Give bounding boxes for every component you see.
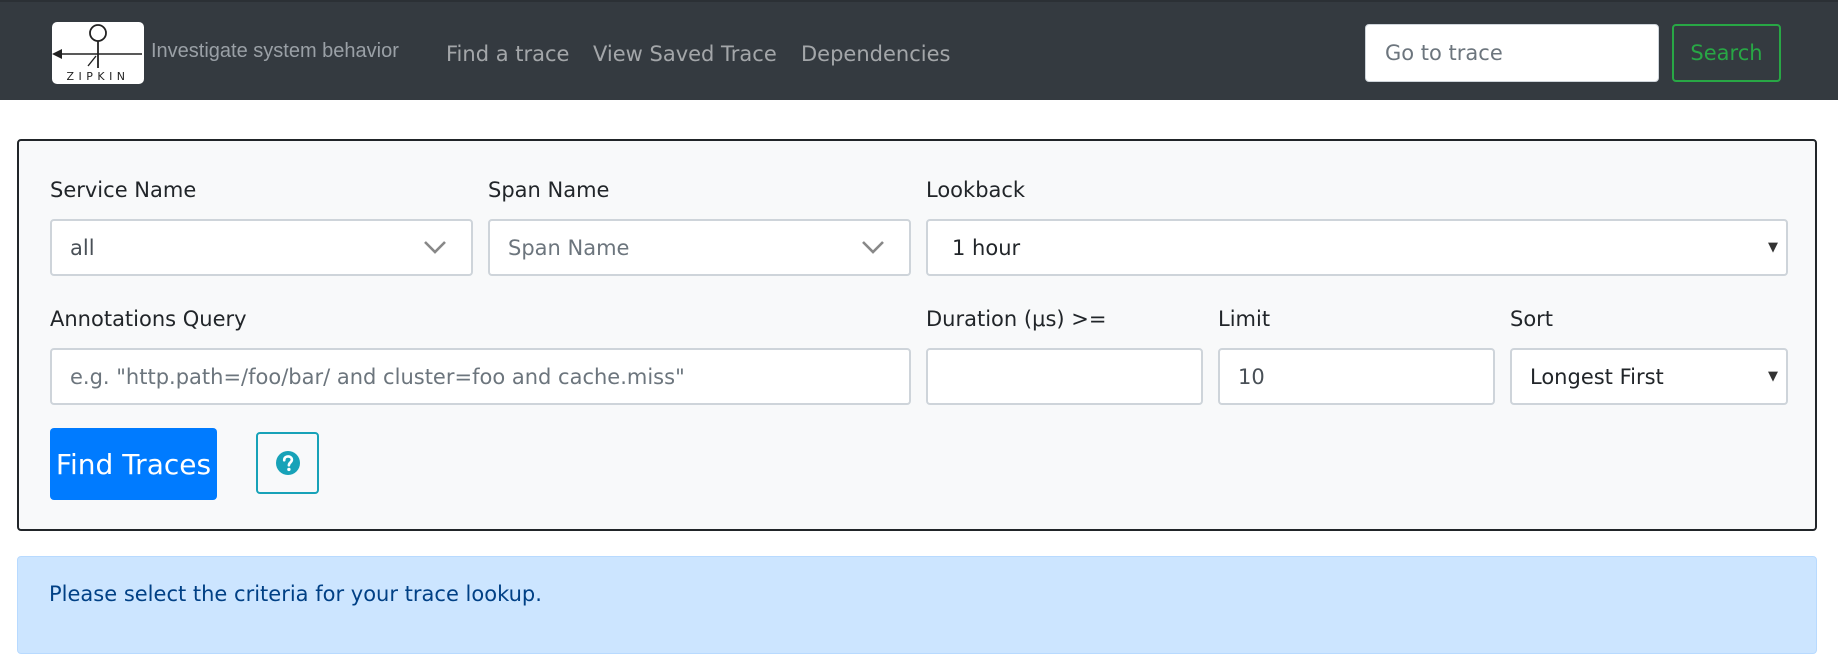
go-to-trace-input[interactable] (1365, 24, 1659, 82)
zipkin-logo[interactable]: ZIPKIN (52, 22, 144, 84)
sort-value: Longest First (1530, 364, 1664, 389)
service-name-value: all (70, 235, 95, 260)
trace-search-form: Service Name Span Name Lookback all Span… (17, 139, 1817, 531)
tagline: Investigate system behavior (151, 40, 399, 62)
lookback-value: 1 hour (952, 235, 1021, 260)
limit-label: Limit (1218, 307, 1271, 331)
lookback-label: Lookback (926, 178, 1026, 202)
sort-select[interactable]: Longest First ▼ (1510, 348, 1788, 405)
lookback-select[interactable]: 1 hour ▼ (926, 219, 1788, 276)
nav-find-a-trace[interactable]: Find a trace (446, 42, 569, 66)
caret-down-icon: ▼ (1768, 240, 1778, 255)
limit-input[interactable] (1218, 348, 1495, 405)
help-button[interactable] (256, 432, 319, 494)
service-name-label: Service Name (50, 178, 197, 202)
nav-view-saved-trace[interactable]: View Saved Trace (593, 42, 777, 66)
nav-dependencies[interactable]: Dependencies (801, 42, 950, 66)
navbar: ZIPKIN Investigate system behavior Find … (0, 0, 1838, 100)
chevron-down-icon (862, 241, 884, 254)
chevron-down-icon (424, 241, 446, 254)
info-alert: Please select the criteria for your trac… (17, 556, 1817, 654)
span-name-select[interactable]: Span Name (488, 219, 911, 276)
find-traces-button[interactable]: Find Traces (50, 428, 217, 500)
span-name-label: Span Name (488, 178, 610, 202)
search-button[interactable]: Search (1672, 24, 1781, 82)
sort-label: Sort (1510, 307, 1554, 331)
caret-down-icon: ▼ (1768, 369, 1778, 384)
question-circle-icon (275, 451, 300, 475)
zipkin-pin-icon (52, 24, 142, 68)
alert-message: Please select the criteria for your trac… (49, 582, 542, 606)
logo-text: ZIPKIN (66, 70, 130, 83)
duration-input[interactable] (926, 348, 1203, 405)
span-name-placeholder: Span Name (508, 235, 630, 260)
annotations-query-label: Annotations Query (50, 307, 247, 331)
duration-label: Duration (μs) >= (926, 307, 1107, 331)
annotations-query-input[interactable] (50, 348, 911, 405)
service-name-select[interactable]: all (50, 219, 473, 276)
